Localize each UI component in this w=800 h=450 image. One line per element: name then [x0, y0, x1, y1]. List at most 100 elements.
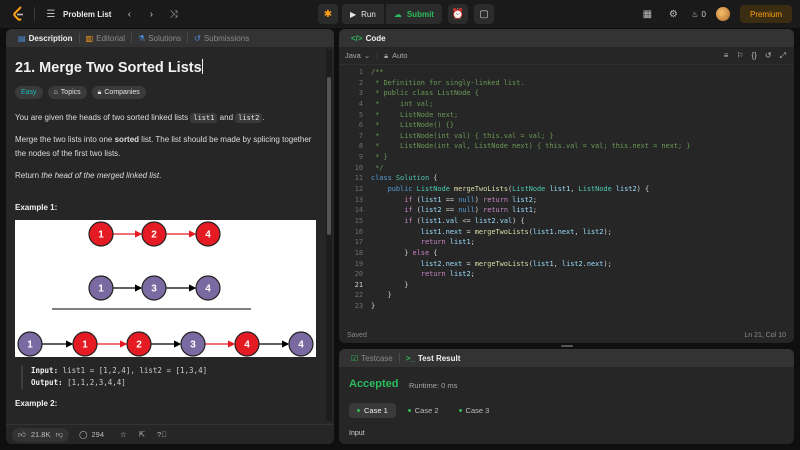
submit-button[interactable]: ☁ Submit: [385, 4, 442, 24]
lock-icon: 🔒︎: [384, 50, 389, 60]
comment-icon: ◯: [79, 430, 88, 439]
language-select[interactable]: Java ⌄: [345, 51, 370, 60]
gear-icon[interactable]: ⚙: [665, 6, 681, 22]
scrollbar-thumb[interactable]: [327, 77, 331, 235]
comments-button[interactable]: ◯ 294: [79, 430, 104, 439]
code-text: list2.next = mergeTwoLists(list1, list2.…: [420, 259, 612, 268]
code-line[interactable]: 22 }: [339, 290, 794, 301]
braces-icon[interactable]: {}: [752, 51, 757, 61]
text-cursor: [201, 59, 203, 74]
tab-solutions[interactable]: ⚗ Solutions: [132, 29, 187, 47]
text: Merge the two lists into one: [15, 135, 115, 144]
reset-icon[interactable]: ↺: [765, 51, 772, 61]
tab-code[interactable]: </> Code: [345, 29, 392, 47]
tab-submissions[interactable]: ↺ Submissions: [188, 29, 255, 47]
streak-value: 0: [701, 9, 706, 19]
star-icon[interactable]: ☆: [120, 430, 127, 439]
thumbs-down-icon[interactable]: 👎︎: [55, 430, 63, 440]
pass-dot: [407, 409, 411, 412]
line-number: 15: [354, 216, 363, 225]
help-icon[interactable]: ?⃝: [157, 430, 167, 439]
node-label: 2: [151, 230, 157, 241]
chevron-right-icon[interactable]: ›: [143, 6, 159, 22]
thumbs-up-icon[interactable]: 👍︎: [18, 430, 26, 440]
example-1-title: Example 1:: [15, 203, 58, 212]
streak-counter[interactable]: ♨ 0: [691, 10, 706, 19]
node-label: 4: [298, 340, 304, 351]
code-text: } else {: [371, 248, 438, 257]
code-line[interactable]: 13 if (list1 == null) return list2;: [339, 195, 794, 206]
editor-status-bar: Saved Ln 21, Col 10: [339, 327, 794, 343]
code-line[interactable]: 15 if (list1.val <= list2.val) {: [339, 216, 794, 227]
history-icon: ↺: [194, 33, 201, 43]
inline-code: list1: [190, 113, 218, 123]
line-number: 9: [358, 153, 363, 162]
alarm-icon: ⏰: [451, 8, 465, 20]
companies-chip[interactable]: 🔒︎ Companies: [91, 86, 146, 99]
code-line[interactable]: 5 * ListNode next;: [339, 110, 794, 121]
notes-button[interactable]: ▢: [473, 4, 494, 24]
code-line[interactable]: 8 * ListNode(int val, ListNode next) { t…: [339, 141, 794, 152]
book-icon: ▥: [85, 33, 94, 43]
code-tabs: </> Code: [339, 29, 794, 47]
code-line[interactable]: 1 /**: [339, 67, 794, 78]
code-text: }: [371, 280, 409, 289]
case-2-tab[interactable]: Case 2: [400, 403, 447, 418]
shuffle-icon[interactable]: ⤨: [165, 6, 181, 22]
code-line[interactable]: 7 * ListNode(int val) { this.val = val; …: [339, 131, 794, 142]
problem-title[interactable]: 21. Merge Two Sorted Lists: [15, 59, 315, 76]
case-1-tab[interactable]: Case 1: [349, 403, 396, 418]
case-label: Case 2: [414, 406, 439, 415]
code-line[interactable]: 4 * int val;: [339, 99, 794, 110]
code-line[interactable]: 14 if (list2 == null) return list1;: [339, 205, 794, 216]
resize-handle[interactable]: [561, 345, 573, 347]
code-line[interactable]: 18 } else {: [339, 248, 794, 259]
timer-button[interactable]: ⏰: [447, 4, 468, 24]
case-3-tab[interactable]: Case 3: [451, 403, 498, 418]
tab-test-result[interactable]: >_ Test Result: [400, 349, 467, 367]
code-line[interactable]: 19 list2.next = mergeTwoLists(list1, lis…: [339, 259, 794, 270]
tab-description[interactable]: ▤ Description: [12, 29, 79, 47]
node-label: 1: [98, 284, 104, 295]
code-text: if (list1 == null) return list2;: [404, 195, 538, 204]
auto-mode[interactable]: Auto: [392, 51, 407, 60]
code-text: return list2;: [420, 270, 475, 279]
code-line[interactable]: 20 return list2;: [339, 269, 794, 280]
code-line[interactable]: 16 list1.next = mergeTwoLists(list1.next…: [339, 227, 794, 238]
code-line[interactable]: 10 */: [339, 163, 794, 174]
code-line[interactable]: 6 * ListNode() {}: [339, 120, 794, 131]
problem-list-icon[interactable]: ☰: [43, 6, 59, 22]
code-line[interactable]: 17 return list1;: [339, 237, 794, 248]
share-icon[interactable]: ⇱: [139, 430, 145, 439]
problem-list-link[interactable]: Problem List: [63, 10, 111, 19]
line-number: 22: [354, 291, 363, 300]
code-line[interactable]: 2 * Definition for singly-linked list.: [339, 78, 794, 89]
layout-grid-icon[interactable]: ▦: [639, 6, 655, 22]
code-line[interactable]: 23}: [339, 301, 794, 312]
avatar[interactable]: [715, 7, 730, 21]
chevron-left-icon[interactable]: ‹: [121, 6, 137, 22]
code-line[interactable]: 11 class Solution {: [339, 173, 794, 184]
code-line[interactable]: 12 public ListNode mergeTwoLists(ListNod…: [339, 184, 794, 195]
tab-editorial[interactable]: ▥ Editorial: [80, 29, 131, 47]
fullscreen-icon[interactable]: ⤢: [780, 51, 786, 61]
tab-testcase[interactable]: ☑ Testcase: [345, 349, 399, 367]
debug-button[interactable]: ✱: [318, 4, 338, 24]
tag-icon: ⌂: [53, 89, 58, 96]
code-line[interactable]: 3 * public class ListNode {: [339, 88, 794, 99]
code-line[interactable]: 9 * }: [339, 152, 794, 163]
run-button[interactable]: ▶ Run: [342, 4, 384, 24]
format-icon[interactable]: ≡: [724, 51, 729, 61]
leetcode-logo-icon[interactable]: [12, 6, 26, 22]
bookmark-icon[interactable]: ⚐: [736, 51, 743, 61]
cursor-position: Ln 21, Col 10: [744, 331, 786, 339]
node-label: 4: [205, 284, 211, 295]
line-number: 3: [358, 89, 363, 98]
premium-button[interactable]: Premium: [739, 5, 792, 23]
code-line[interactable]: 21 }: [339, 280, 794, 291]
tab-label: Code: [365, 33, 386, 43]
strong-text: sorted: [114, 135, 140, 144]
scrollbar[interactable]: [326, 49, 332, 421]
code-editor[interactable]: 1 /** 2 * Definition for singly-linked lis…: [339, 67, 794, 325]
topics-chip[interactable]: ⌂ Topics: [47, 86, 87, 99]
